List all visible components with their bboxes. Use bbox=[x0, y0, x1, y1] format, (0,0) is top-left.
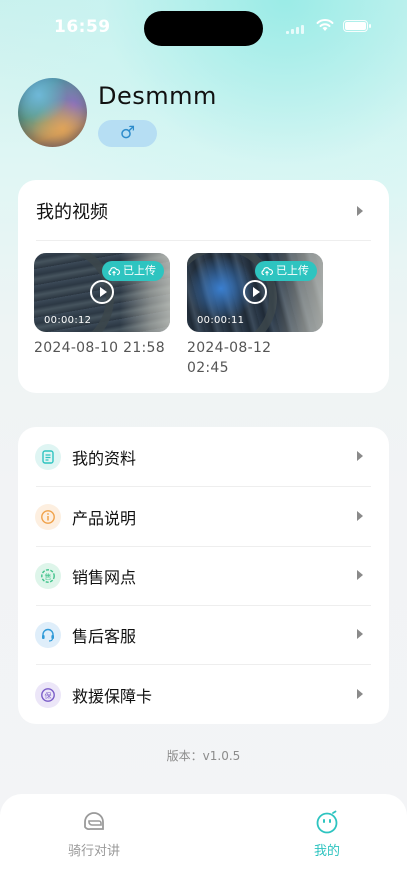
cloud-upload-icon bbox=[108, 267, 120, 276]
my-videos-title: 我的视频 bbox=[36, 202, 108, 223]
chevron-right-icon bbox=[357, 511, 363, 521]
tab-label: 骑行对讲 bbox=[67, 844, 120, 859]
gender-badge: ♂ bbox=[98, 120, 157, 147]
helmet-icon bbox=[84, 812, 104, 830]
divider bbox=[36, 240, 371, 241]
menu-item-label: 我的资料 bbox=[72, 449, 137, 468]
menu-item-sales-outlets[interactable]: 售 销售网点 bbox=[18, 546, 389, 605]
chevron-right-icon bbox=[357, 689, 363, 699]
menu-card: 我的资料 产品说明 售 销售网点 售后客服 保 救援保障卡 bbox=[18, 427, 389, 724]
video-date: 2024-08-10 21:58 bbox=[34, 340, 165, 356]
play-icon bbox=[90, 280, 114, 304]
app-version: 版本：v1.0.5 bbox=[166, 749, 241, 763]
avatar[interactable] bbox=[18, 78, 87, 147]
my-videos-header[interactable]: 我的视频 bbox=[18, 180, 389, 240]
cloud-upload-icon bbox=[261, 267, 273, 276]
menu-item-label: 售后客服 bbox=[72, 627, 137, 646]
uploaded-badge: 已上传 bbox=[255, 261, 317, 281]
smiley-icon bbox=[316, 810, 338, 834]
video-thumbnail[interactable]: 已上传 00:00:12 bbox=[34, 253, 170, 332]
video-date: 2024-08-12 02:45 bbox=[187, 340, 272, 376]
username: Desmmm bbox=[98, 82, 217, 110]
play-icon bbox=[243, 280, 267, 304]
tab-riding-intercom[interactable]: 骑行对讲 bbox=[44, 810, 144, 859]
menu-item-label: 救援保障卡 bbox=[72, 687, 153, 706]
insurance-card-icon: 保 bbox=[35, 682, 61, 708]
video-duration: 00:00:11 bbox=[197, 315, 245, 326]
cellular-signal-icon bbox=[286, 24, 308, 34]
video-duration: 00:00:12 bbox=[44, 315, 92, 326]
menu-item-after-sales[interactable]: 售后客服 bbox=[18, 605, 389, 664]
svg-text:售: 售 bbox=[45, 572, 52, 581]
menu-item-label: 产品说明 bbox=[72, 509, 137, 528]
headset-icon bbox=[35, 622, 61, 648]
video-thumbnail[interactable]: 已上传 00:00:11 bbox=[187, 253, 323, 332]
tab-label: 我的 bbox=[313, 844, 340, 859]
chevron-right-icon bbox=[357, 629, 363, 639]
sales-outlet-icon: 售 bbox=[35, 563, 61, 589]
battery-icon bbox=[343, 20, 371, 32]
wifi-icon bbox=[316, 19, 334, 31]
svg-text:保: 保 bbox=[45, 691, 52, 700]
menu-item-product-guide[interactable]: 产品说明 bbox=[18, 487, 389, 546]
uploaded-badge: 已上传 bbox=[102, 261, 164, 281]
menu-item-label: 销售网点 bbox=[72, 568, 137, 587]
my-videos-card: 我的视频 已上传 00:00:12 2024-08-10 21:58 已上传 0… bbox=[18, 180, 389, 393]
status-time: 16:59 bbox=[54, 17, 111, 37]
chevron-right-icon bbox=[357, 206, 363, 216]
info-icon bbox=[35, 504, 61, 530]
chevron-right-icon bbox=[357, 570, 363, 580]
tab-mine[interactable]: 我的 bbox=[277, 810, 377, 859]
chevron-right-icon bbox=[357, 451, 363, 461]
tab-bar: 骑行对讲 我的 bbox=[0, 794, 407, 883]
menu-item-rescue-card[interactable]: 保 救援保障卡 bbox=[18, 665, 389, 724]
dynamic-island bbox=[144, 11, 263, 46]
profile-doc-icon bbox=[35, 444, 61, 470]
menu-item-profile[interactable]: 我的资料 bbox=[18, 427, 389, 486]
status-bar: 16:59 bbox=[0, 0, 407, 50]
